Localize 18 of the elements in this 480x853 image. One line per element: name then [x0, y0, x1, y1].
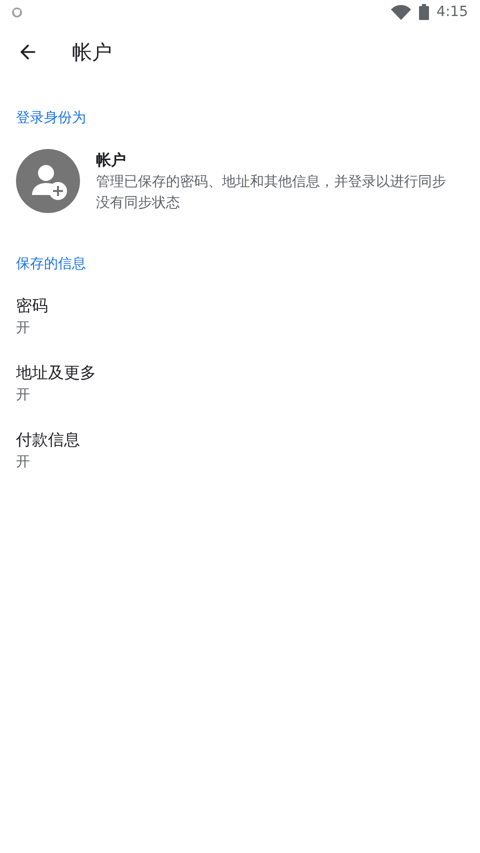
page-title: 帐户 [72, 39, 112, 66]
account-description: 管理已保存的密码、地址和其他信息，并登录以进行同步 [96, 172, 446, 192]
section-heading: 登录身份为 [15, 109, 87, 128]
setting-value: 开 [16, 452, 31, 472]
account-row[interactable]: 帐户 管理已保存的密码、地址和其他信息，并登录以进行同步 没有同步状态 [0, 137, 480, 226]
shield-icon [12, 6, 22, 18]
wifi-icon [390, 4, 411, 20]
add-person-icon [16, 149, 80, 214]
status-time: 4:15 [436, 2, 468, 22]
section-heading: 保存的信息 [15, 254, 87, 274]
setting-value: 开 [16, 386, 31, 404]
battery-icon [418, 4, 429, 20]
setting-title[interactable]: 地址及更多 [16, 360, 464, 384]
sync-status: 没有同步状态 [96, 194, 181, 212]
setting-value: 开 [16, 318, 31, 338]
setting-title[interactable]: 付款信息 [16, 428, 464, 452]
account-name: 帐户 [96, 150, 127, 171]
setting-title[interactable]: 密码 [16, 294, 464, 318]
